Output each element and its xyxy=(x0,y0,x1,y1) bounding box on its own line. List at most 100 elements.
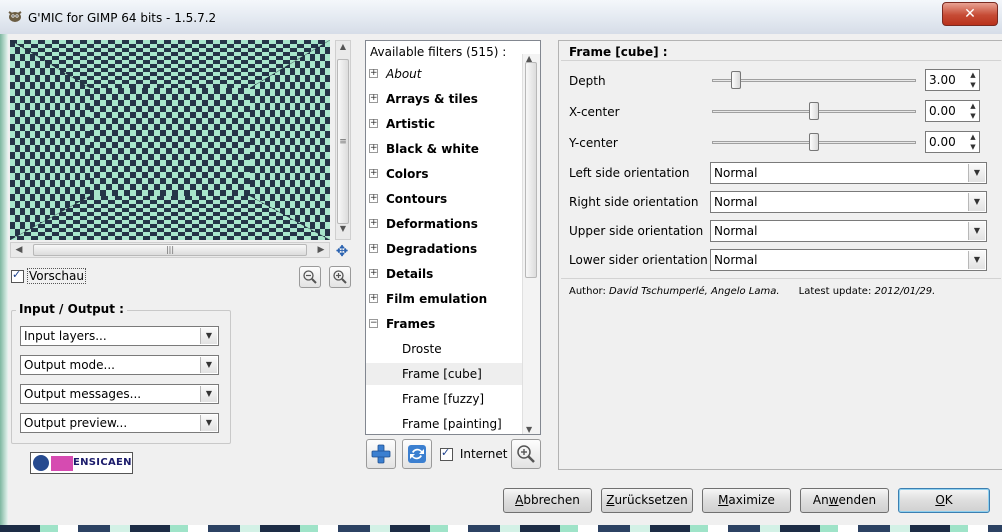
zoom-out-button[interactable] xyxy=(299,266,321,288)
scroll-down-icon[interactable]: ▼ xyxy=(336,224,350,238)
output-preview-combo[interactable]: Output preview... ▼ xyxy=(20,413,219,433)
input-layers-combo[interactable]: Input layers... ▼ xyxy=(20,326,219,346)
scroll-up-icon[interactable]: ▲ xyxy=(336,42,350,56)
collapse-icon[interactable]: − xyxy=(369,319,378,328)
ensicaen-logo-icon xyxy=(51,456,73,471)
output-mode-combo[interactable]: Output mode... ▼ xyxy=(20,355,219,375)
filter-tree-item[interactable]: Frame [fuzzy] xyxy=(366,388,524,410)
value-spinbox[interactable]: 3.00 ▲ ▼ xyxy=(925,69,980,91)
filter-tree-item[interactable]: + Deformations xyxy=(366,213,524,235)
filters-tree[interactable]: Available filters (515) : + About + Arrays … xyxy=(365,40,541,435)
internet-toggle[interactable]: Internet xyxy=(440,446,507,461)
expand-icon[interactable]: + xyxy=(369,69,378,78)
expand-icon[interactable]: + xyxy=(369,94,378,103)
filter-tree-item-label: Degradations xyxy=(386,242,478,256)
expand-icon[interactable]: + xyxy=(369,169,378,178)
refresh-filters-button[interactable] xyxy=(402,439,432,469)
filter-tree-item[interactable]: + About xyxy=(366,63,524,85)
orientation-label: Lower sider orientation xyxy=(569,253,708,267)
slider-thumb[interactable] xyxy=(809,133,819,151)
filter-tree-item-label: Details xyxy=(386,267,434,281)
filter-tree-item-label: Contours xyxy=(386,192,448,206)
chevron-down-icon[interactable]: ▼ xyxy=(200,328,217,344)
add-favorite-button[interactable] xyxy=(366,439,396,469)
author-names: David Tschumperlé, Angelo Lama. xyxy=(609,286,780,297)
filter-tree-item[interactable]: + Contours xyxy=(366,188,524,210)
zoom-in-button[interactable] xyxy=(329,266,351,288)
chevron-down-icon[interactable]: ▼ xyxy=(200,357,217,373)
orientation-select[interactable]: Normal ▼ xyxy=(710,249,987,271)
preview-vertical-scrollbar[interactable]: ▲ ≡ ▼ xyxy=(335,40,351,240)
filter-tree-item[interactable]: + Artistic xyxy=(366,113,524,135)
preview-horizontal-scrollbar[interactable]: ◀ ||| ▶ xyxy=(10,242,330,258)
expand-icon[interactable]: + xyxy=(369,244,378,253)
internet-checkbox[interactable] xyxy=(440,446,453,461)
filter-tree-item[interactable]: + Black & white xyxy=(366,138,524,160)
window-border-left xyxy=(0,34,8,525)
scroll-right-icon[interactable]: ▶ xyxy=(313,243,329,257)
orientation-select[interactable]: Normal ▼ xyxy=(710,220,987,242)
expand-icon[interactable]: + xyxy=(369,294,378,303)
value-spinbox[interactable]: 0.00 ▲ ▼ xyxy=(925,100,980,122)
filter-tree-item[interactable]: − Frames xyxy=(366,313,524,335)
orientation-label: Left side orientation xyxy=(569,166,690,180)
expand-icon[interactable]: + xyxy=(369,194,378,203)
filter-tree-item[interactable]: + Details xyxy=(366,263,524,285)
orientation-select[interactable]: Normal ▼ xyxy=(710,162,987,184)
spin-arrows-icon[interactable]: ▲ ▼ xyxy=(967,70,979,90)
preview-toggle[interactable]: Vorschau xyxy=(11,268,86,284)
reset-button[interactable]: Zurücksetzen xyxy=(601,488,693,513)
scroll-thumb[interactable] xyxy=(525,62,537,278)
preview-checkbox[interactable] xyxy=(11,268,24,283)
expand-icon[interactable]: + xyxy=(369,119,378,128)
slider-thumb[interactable] xyxy=(809,102,819,120)
spin-arrows-icon[interactable]: ▲ ▼ xyxy=(967,101,979,121)
scroll-thumb[interactable]: ≡ xyxy=(337,59,349,224)
filter-parameters-panel: Frame [cube] : Depth 3.00 ▲ ▼ X-center 0.00 ▲ ▼… xyxy=(558,40,1002,470)
chevron-down-icon[interactable]: ▼ xyxy=(968,193,985,211)
filter-tree-item[interactable]: + Arrays & tiles xyxy=(366,88,524,110)
filters-header: Available filters (515) : xyxy=(370,45,507,59)
scroll-thumb[interactable]: ||| xyxy=(33,244,307,256)
input-output-title: Input / Output : xyxy=(16,302,127,316)
filter-tree-item[interactable]: Frame [painting] xyxy=(366,413,524,434)
filter-tree-item-selected[interactable]: Frame [cube] xyxy=(366,363,524,385)
gmic-ensicaen-logo[interactable]: ENSICAEN xyxy=(30,452,133,474)
slider-thumb[interactable] xyxy=(731,71,741,89)
filter-tree-item-label: Frame [painting] xyxy=(402,417,502,431)
filter-tree-item[interactable]: + Film emulation xyxy=(366,288,524,310)
chevron-down-icon[interactable]: ▼ xyxy=(200,386,217,402)
move-preview-icon[interactable]: ✥ xyxy=(334,243,350,259)
cancel-button[interactable]: Abbrechen xyxy=(503,488,592,513)
scroll-left-icon[interactable]: ◀ xyxy=(11,243,27,257)
filter-tree-item-label: Frame [fuzzy] xyxy=(402,392,485,406)
chevron-down-icon[interactable]: ▼ xyxy=(200,415,217,431)
filter-tree-item[interactable]: Droste xyxy=(366,338,524,360)
divider xyxy=(561,278,1001,279)
chevron-down-icon[interactable]: ▼ xyxy=(968,164,985,182)
apply-button[interactable]: Anwenden xyxy=(800,488,889,513)
slider-track[interactable] xyxy=(712,79,916,82)
close-button[interactable]: ✕ xyxy=(942,2,998,26)
spin-arrows-icon[interactable]: ▲ ▼ xyxy=(967,132,979,152)
orientation-select[interactable]: Normal ▼ xyxy=(710,191,987,213)
filter-tree-item[interactable]: + Degradations xyxy=(366,238,524,260)
spinbox-value: 0.00 xyxy=(929,135,956,149)
filter-search-button[interactable] xyxy=(511,439,541,469)
value-spinbox[interactable]: 0.00 ▲ ▼ xyxy=(925,131,980,153)
expand-icon[interactable]: + xyxy=(369,144,378,153)
preview-image[interactable] xyxy=(10,40,330,240)
output-messages-combo[interactable]: Output messages... ▼ xyxy=(20,384,219,404)
scroll-down-icon[interactable]: ▼ xyxy=(526,425,532,434)
zoom-in-icon xyxy=(333,270,347,284)
ok-button[interactable]: OK xyxy=(898,488,990,513)
filter-tree-item[interactable]: + Colors xyxy=(366,163,524,185)
expand-icon[interactable]: + xyxy=(369,269,378,278)
chevron-down-icon[interactable]: ▼ xyxy=(968,251,985,269)
maximize-button[interactable]: Maximize xyxy=(702,488,791,513)
preview-checkbox-label: Vorschau xyxy=(27,268,86,284)
zoom-out-icon xyxy=(303,270,317,284)
expand-icon[interactable]: + xyxy=(369,219,378,228)
filters-scrollbar[interactable]: ▲ ▼ xyxy=(522,54,540,434)
chevron-down-icon[interactable]: ▼ xyxy=(968,222,985,240)
